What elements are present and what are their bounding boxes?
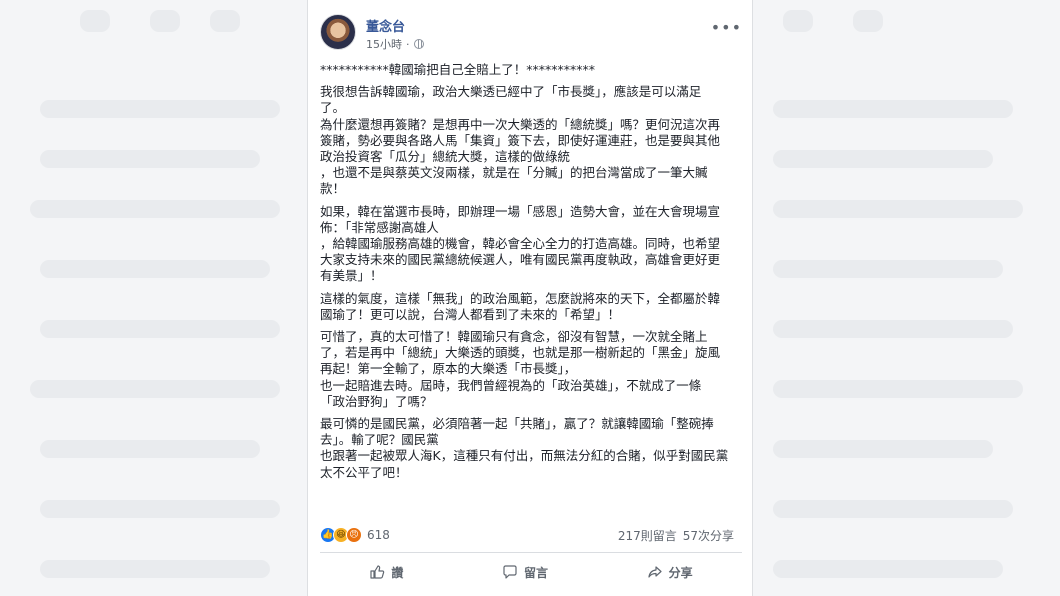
action-bar: 讚 留言 分享 xyxy=(320,556,742,588)
post-text-line: 可惜了，真的太可惜了！韓國瑜只有貪念，卻沒有智慧，一次就全賭上 xyxy=(320,329,708,345)
comment-icon xyxy=(503,565,517,579)
post-time[interactable]: 15小時 xyxy=(366,36,402,52)
post-text-line: 去」。輸了呢？國民黨 xyxy=(320,432,439,448)
reactions-summary[interactable]: 👍 😆 😠 618 xyxy=(320,527,390,543)
post-paragraph: 如果，韓在當選市長時，即辦理一場「感恩」造勢大會，並在大會現場宣 佈：「非常感謝高… xyxy=(320,204,742,285)
share-label: 分享 xyxy=(668,565,693,580)
comment-count[interactable]: 217則留言 xyxy=(618,527,677,544)
angry-icon: 😠 xyxy=(346,527,362,543)
post-text-line: 政治投資客「瓜分」總統大獎，這樣的做綠統 xyxy=(320,149,571,165)
post-text-line: 國瑜了！更可以說，台灣人都看到了未來的「希望」！ xyxy=(320,306,621,322)
post-paragraph: 最可憐的是國民黨，必須陪著一起「共賭」，贏了？就讓韓國瑜「整碗捧 去」。輸了呢？國… xyxy=(320,416,742,481)
post-text-line: ，也還不是與蔡英文沒兩樣，就是在「分贓」的把台灣當成了一筆大贓 xyxy=(320,165,708,181)
more-options-icon[interactable]: ••• xyxy=(711,18,742,37)
post-paragraph: 可惜了，真的太可惜了！韓國瑜只有貪念，卻沒有智慧，一次就全賭上 了，若是再中「總統… xyxy=(320,329,742,410)
blurred-background-left xyxy=(0,0,307,596)
post-text-line: ，給韓國瑜服務高雄的機會，韓必會全心全力的打造高雄。同時，也希望 xyxy=(320,236,721,252)
post-body: ***********韓國瑜把自己全賠上了！*********** 我很想告訴韓國… xyxy=(320,62,742,487)
post-text-line: 有美景」！ xyxy=(320,268,383,284)
engagement-stats: 👍 😆 😠 618 217則留言 57次分享 xyxy=(320,527,742,547)
thumbs-up-icon xyxy=(370,565,385,579)
post-text-line: 了。 xyxy=(320,100,346,116)
post-text-line: 如果，韓在當選市長時，即辦理一場「感恩」造勢大會，並在大會現場宣 xyxy=(320,203,721,219)
divider xyxy=(320,552,742,553)
post-header: 董念台 15小時 · ••• xyxy=(320,14,742,56)
post-text-line: 我很想告訴韓國瑜，政治大樂透已經中了「市長獎」，應該是可以滿足 xyxy=(320,84,702,100)
post-text-line: 佈：「非常感謝高雄人 xyxy=(320,219,439,235)
post-text-line: 最可憐的是國民黨，必須陪著一起「共賭」，贏了？就讓韓國瑜「整碗捧 xyxy=(320,416,714,432)
post-meta: 15小時 · xyxy=(366,36,424,52)
post-text-line: 這樣的氣度，這樣「無我」的政治風範，怎麼說將來的天下，全都屬於韓 xyxy=(320,290,721,306)
post-paragraph: 這樣的氣度，這樣「無我」的政治風範，怎麼說將來的天下，全都屬於韓 國瑜了！更可以說… xyxy=(320,291,742,323)
post-text-line: 大家支持未來的國民黨總統候選人，唯有國民黨再度執政，高雄會更好更 xyxy=(320,252,721,268)
post-card: 董念台 15小時 · ••• ***********韓國瑜把自己全賠上了！***… xyxy=(307,0,753,596)
reaction-count: 618 xyxy=(367,528,390,542)
post-text-line: 了，若是再中「總統」大樂透的頭獎，也就是那一樹新起的「黑金」旋風 xyxy=(320,345,721,361)
share-icon xyxy=(648,566,662,578)
comment-button[interactable]: 留言 xyxy=(488,560,562,585)
post-text-line: 太不公平了吧！ xyxy=(320,464,408,480)
author-name[interactable]: 董念台 xyxy=(366,16,405,35)
post-paragraph: 我很想告訴韓國瑜，政治大樂透已經中了「市長獎」，應該是可以滿足 了。 為什麼還想再簽… xyxy=(320,84,742,197)
post-text-line: 為什麼還想再簽賭？是想再中一次大樂透的「總統獎」嗎？更何況這次再 xyxy=(320,116,721,132)
post-text-line: 也跟著一起被眾人海K，這種只有付出，而無法分紅的合賭，似乎對國民黨 xyxy=(320,448,729,464)
blurred-background-right xyxy=(753,0,1060,596)
post-text-line: 簽賭，勢必要與各路人馬「集資」簽下去，即使好運連莊，也是要與其他 xyxy=(320,132,721,148)
post-paragraph: ***********韓國瑜把自己全賠上了！*********** xyxy=(320,62,742,78)
post-text-line: ***********韓國瑜把自己全賠上了！*********** xyxy=(320,62,596,77)
post-text-line: 「政治野狗」了嗎？ xyxy=(320,393,433,409)
post-text-line: 也一起賠進去時。屆時，我們曾經視為的「政治英雄」，不就成了一條 xyxy=(320,377,702,393)
globe-icon xyxy=(413,39,424,49)
post-text-line: 再起！第一全輸了，原本的大樂透「市長獎」， xyxy=(320,361,577,377)
like-button[interactable]: 讚 xyxy=(355,560,417,585)
post-text-line: 款！ xyxy=(320,181,346,197)
share-count[interactable]: 57次分享 xyxy=(683,527,734,544)
share-button[interactable]: 分享 xyxy=(633,560,707,585)
avatar[interactable] xyxy=(320,14,356,50)
like-label: 讚 xyxy=(391,565,404,580)
comment-label: 留言 xyxy=(523,565,548,580)
